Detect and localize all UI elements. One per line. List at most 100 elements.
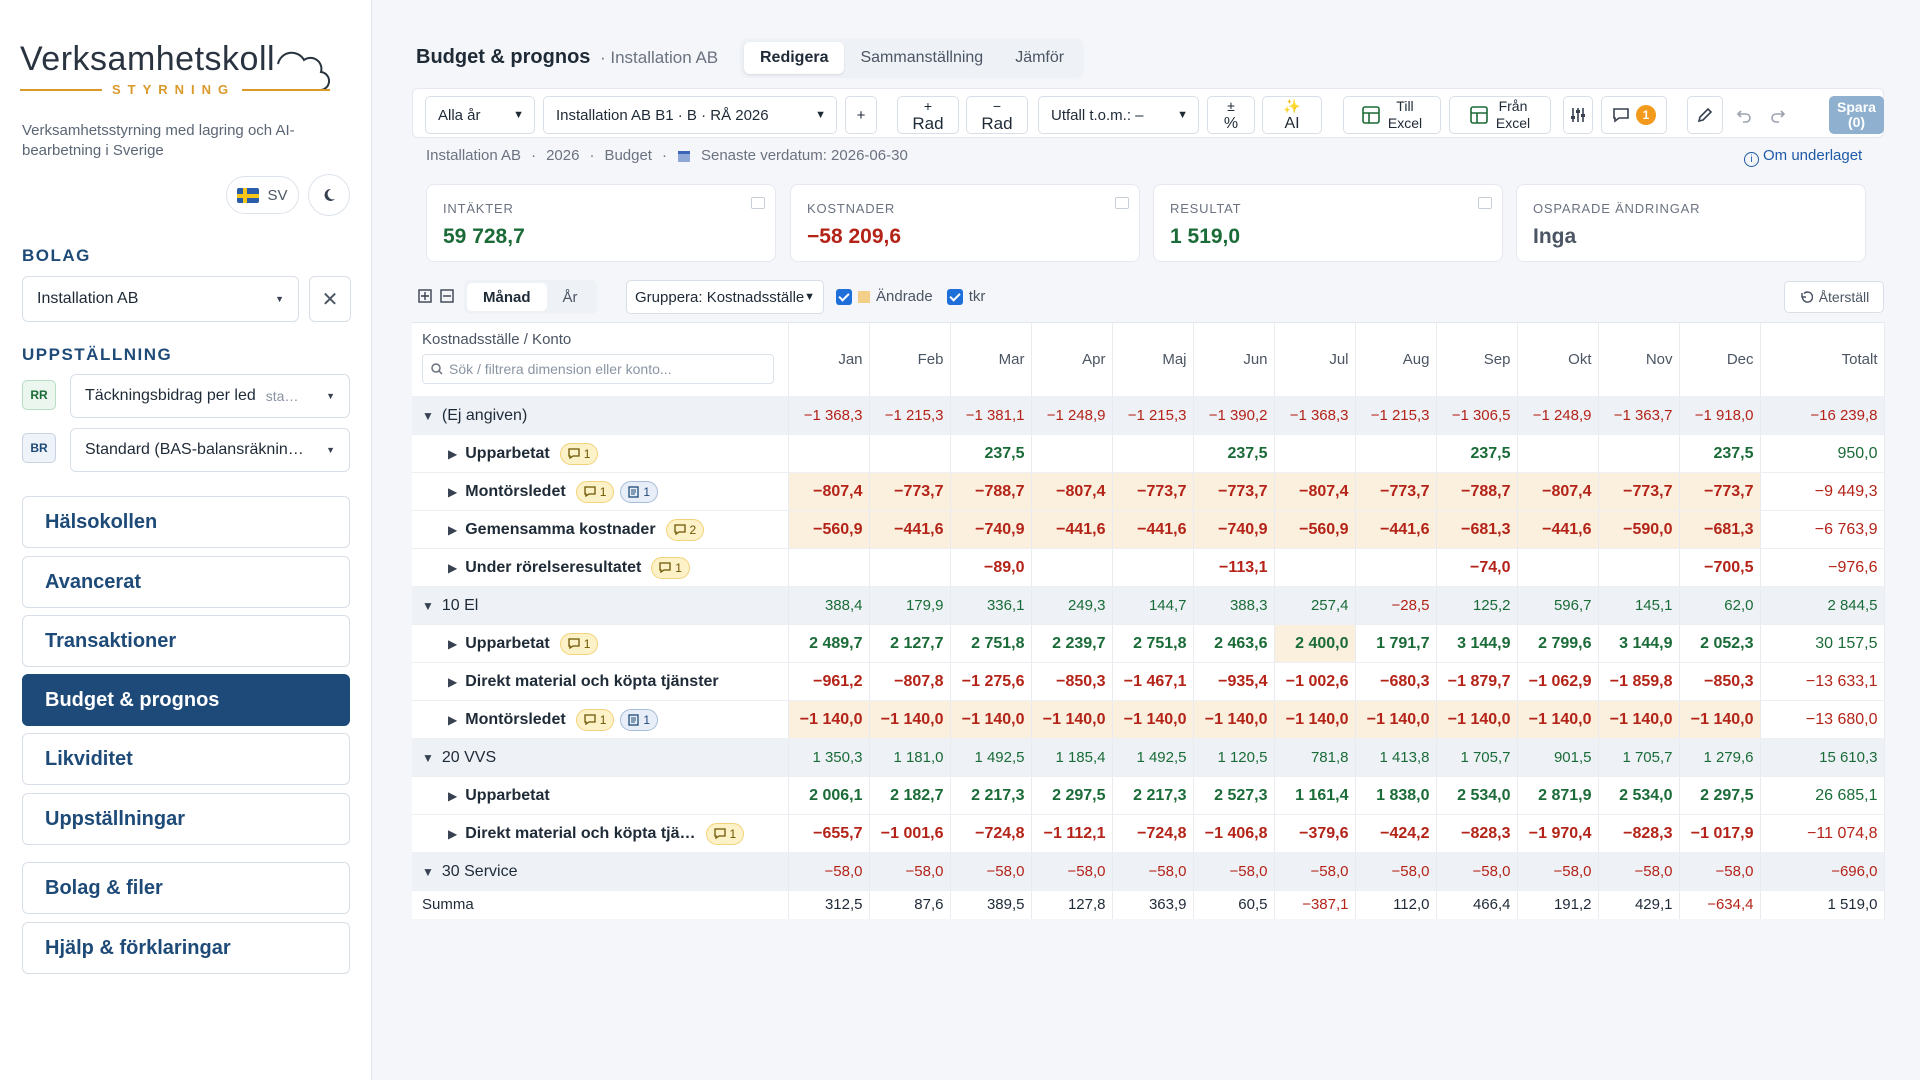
add-row-button[interactable]: + Rad: [897, 96, 959, 134]
value-cell[interactable]: 2 239,7: [1031, 624, 1113, 663]
value-cell[interactable]: −1 140,0: [950, 700, 1032, 739]
value-cell[interactable]: −935,4: [1193, 662, 1275, 701]
comment-icon[interactable]: [1115, 197, 1129, 209]
value-cell[interactable]: [1598, 548, 1680, 587]
value-cell[interactable]: −113,1: [1193, 548, 1275, 587]
value-cell[interactable]: −1 002,6: [1274, 662, 1356, 701]
value-cell[interactable]: 2 052,3: [1679, 624, 1761, 663]
value-cell[interactable]: −1 140,0: [1679, 700, 1761, 739]
note-badge[interactable]: 1: [620, 708, 659, 731]
comment-icon[interactable]: [1478, 197, 1492, 209]
tab-redigera[interactable]: Redigera: [744, 42, 845, 74]
value-cell[interactable]: [1031, 434, 1113, 473]
value-cell[interactable]: [788, 548, 870, 587]
value-cell[interactable]: 1 838,0: [1355, 776, 1437, 815]
value-cell[interactable]: 237,5: [1436, 434, 1518, 473]
group-row[interactable]: ▼ 30 Service −58,0 −58,0 −58,0 −58,0 −58,0 −58,…: [412, 852, 1885, 891]
value-cell[interactable]: −807,4: [1031, 472, 1113, 511]
value-cell[interactable]: −773,7: [1679, 472, 1761, 511]
scenario-select[interactable]: Installation AB B1 · B · RÅ 2026 ▼: [543, 96, 837, 134]
value-cell[interactable]: −807,4: [1274, 472, 1356, 511]
value-cell[interactable]: −724,8: [1112, 814, 1194, 853]
group-row[interactable]: ▼ 10 El 388,4 179,9 336,1 249,3 144,7 388,3 257,…: [412, 586, 1885, 625]
value-cell[interactable]: −773,7: [1112, 472, 1194, 511]
nav-budget-prognos[interactable]: Budget & prognos: [22, 674, 350, 726]
expand-all-button[interactable]: [418, 289, 432, 308]
value-cell[interactable]: [1517, 434, 1599, 473]
comments-button[interactable]: 1: [1601, 96, 1667, 134]
comment-icon[interactable]: [751, 197, 765, 209]
value-cell[interactable]: −961,2: [788, 662, 870, 701]
ai-button[interactable]: ✨ AI: [1262, 96, 1322, 134]
value-cell[interactable]: −1 140,0: [788, 700, 870, 739]
collapse-arrow-icon[interactable]: ▼: [422, 409, 434, 423]
reset-button[interactable]: Återställ: [1784, 281, 1884, 313]
account-row[interactable]: ▶ Montörsledet 1 1 −807,4 −773,7 −788,7 −807,4−…: [412, 472, 1885, 511]
value-cell[interactable]: −1 140,0: [1112, 700, 1194, 739]
value-cell[interactable]: −655,7: [788, 814, 870, 853]
value-cell[interactable]: −1 140,0: [1193, 700, 1275, 739]
expand-arrow-icon[interactable]: ▶: [448, 713, 457, 727]
value-cell[interactable]: 2 127,7: [869, 624, 951, 663]
value-cell[interactable]: 2 489,7: [788, 624, 870, 663]
group-by-select[interactable]: Gruppera: Kostnadsställe ▼: [626, 280, 824, 314]
expand-arrow-icon[interactable]: ▶: [448, 485, 457, 499]
value-cell[interactable]: 1 161,4: [1274, 776, 1356, 815]
comment-badge[interactable]: 2: [665, 518, 705, 541]
value-cell[interactable]: 2 751,8: [950, 624, 1032, 663]
value-cell[interactable]: −424,2: [1355, 814, 1437, 853]
value-cell[interactable]: 3 144,9: [1436, 624, 1518, 663]
expand-arrow-icon[interactable]: ▶: [448, 561, 457, 575]
value-cell[interactable]: 2 297,5: [1031, 776, 1113, 815]
nav-bolag-filer[interactable]: Bolag & filer: [22, 862, 350, 914]
value-cell[interactable]: 2 751,8: [1112, 624, 1194, 663]
value-cell[interactable]: −1 140,0: [1031, 700, 1113, 739]
value-cell[interactable]: 2 527,3: [1193, 776, 1275, 815]
value-cell[interactable]: −1 017,9: [1679, 814, 1761, 853]
value-cell[interactable]: −788,7: [950, 472, 1032, 511]
value-cell[interactable]: 2 534,0: [1436, 776, 1518, 815]
value-cell[interactable]: [869, 548, 951, 587]
value-cell[interactable]: −740,9: [950, 510, 1032, 549]
value-cell[interactable]: −1 275,6: [950, 662, 1032, 701]
delete-row-button[interactable]: − Rad: [966, 96, 1028, 134]
value-cell[interactable]: −441,6: [1355, 510, 1437, 549]
value-cell[interactable]: −1 140,0: [869, 700, 951, 739]
redo-button[interactable]: [1763, 96, 1793, 134]
dimension-search-input[interactable]: Sök / filtrera dimension eller konto...: [422, 354, 774, 384]
value-cell[interactable]: −74,0: [1436, 548, 1518, 587]
rr-layout-select[interactable]: Täckningsbidrag per led sta… ▼: [70, 374, 350, 418]
clear-company-button[interactable]: ✕: [309, 276, 351, 322]
value-cell[interactable]: [1274, 434, 1356, 473]
tkr-checkbox[interactable]: [946, 288, 963, 305]
account-row[interactable]: ▶ Direkt material och köpta tjä… 1 −655,7 −1…: [412, 814, 1885, 853]
value-cell[interactable]: 2 534,0: [1598, 776, 1680, 815]
value-cell[interactable]: 2 297,5: [1679, 776, 1761, 815]
value-cell[interactable]: −560,9: [788, 510, 870, 549]
value-cell[interactable]: [788, 434, 870, 473]
value-cell[interactable]: 237,5: [950, 434, 1032, 473]
value-cell[interactable]: −441,6: [1112, 510, 1194, 549]
undo-button[interactable]: [1729, 96, 1759, 134]
value-cell[interactable]: −807,4: [788, 472, 870, 511]
sum-row[interactable]: Summa 312,5 87,6 389,5 127,8 363,9 60,5 −387,1 1…: [412, 890, 1885, 919]
collapse-arrow-icon[interactable]: ▼: [422, 599, 434, 613]
company-select[interactable]: Installation AB ▼: [22, 276, 299, 322]
value-cell[interactable]: 2 400,0: [1274, 624, 1356, 663]
value-cell[interactable]: 2 217,3: [950, 776, 1032, 815]
value-cell[interactable]: 2 182,7: [869, 776, 951, 815]
tab-sammanstallning[interactable]: Sammanställning: [844, 42, 999, 74]
value-cell[interactable]: 3 144,9: [1598, 624, 1680, 663]
expand-arrow-icon[interactable]: ▶: [448, 827, 457, 841]
tab-ar[interactable]: År: [547, 283, 594, 311]
value-cell[interactable]: [1031, 548, 1113, 587]
value-cell[interactable]: −590,0: [1598, 510, 1680, 549]
value-cell[interactable]: 237,5: [1193, 434, 1275, 473]
value-cell[interactable]: −850,3: [1031, 662, 1113, 701]
value-cell[interactable]: −1 406,8: [1193, 814, 1275, 853]
value-cell[interactable]: −724,8: [950, 814, 1032, 853]
value-cell[interactable]: −807,4: [1517, 472, 1599, 511]
about-data-link[interactable]: i Om underlaget: [1744, 147, 1862, 167]
value-cell[interactable]: −379,6: [1274, 814, 1356, 853]
value-cell[interactable]: −441,6: [1517, 510, 1599, 549]
